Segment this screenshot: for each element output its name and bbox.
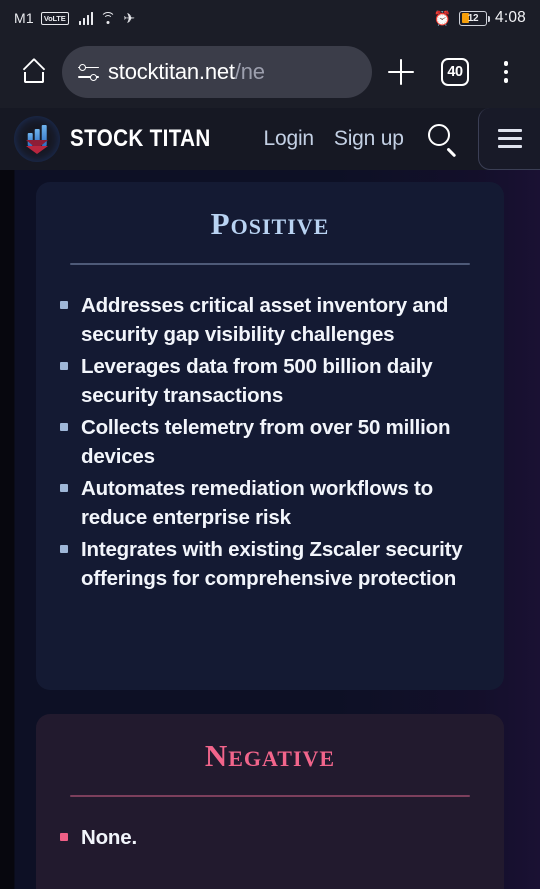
positive-card: Positive Addresses critical asset invent… bbox=[36, 182, 504, 690]
login-link[interactable]: Login bbox=[264, 127, 315, 151]
content-container: Positive Addresses critical asset invent… bbox=[0, 182, 540, 889]
clock-label: 4:08 bbox=[495, 9, 526, 26]
list-item-text: Leverages data from 500 billion daily se… bbox=[81, 354, 433, 407]
signal-bars-icon bbox=[78, 11, 94, 25]
url-path: /ne bbox=[234, 59, 265, 84]
positive-card-divider bbox=[70, 263, 470, 265]
negative-card-title: Negative bbox=[204, 738, 336, 773]
list-item-text: None. bbox=[81, 825, 137, 849]
header-nav: Login Sign up bbox=[264, 127, 404, 151]
negative-bullet-list: None. bbox=[60, 823, 480, 852]
more-vertical-icon bbox=[503, 60, 509, 66]
carrier-label: M1 bbox=[14, 10, 34, 26]
list-item-text: Integrates with existing Zscaler securit… bbox=[81, 537, 463, 590]
tab-count-badge: 40 bbox=[441, 58, 469, 86]
browser-menu-button[interactable] bbox=[484, 47, 528, 97]
list-item: Addresses critical asset inventory and s… bbox=[60, 291, 480, 349]
list-item: Integrates with existing Zscaler securit… bbox=[60, 535, 480, 593]
site-logo[interactable]: STOCK TITAN bbox=[14, 116, 234, 162]
brand-label: STOCK TITAN bbox=[70, 125, 211, 152]
negative-card-divider bbox=[70, 795, 470, 797]
positive-bullet-list: Addresses critical asset inventory and s… bbox=[60, 291, 480, 593]
url-text: stocktitan.net/ne bbox=[108, 59, 265, 85]
wifi-icon bbox=[100, 11, 116, 25]
list-item: Leverages data from 500 billion daily se… bbox=[60, 352, 480, 410]
tune-icon[interactable] bbox=[78, 63, 99, 81]
new-tab-button[interactable] bbox=[376, 47, 426, 97]
bullet-square-icon bbox=[60, 361, 68, 370]
positive-card-title: Positive bbox=[210, 206, 330, 241]
bullet-square-icon bbox=[60, 422, 68, 431]
plus-icon bbox=[388, 59, 414, 85]
tab-switcher-button[interactable]: 40 bbox=[430, 47, 480, 97]
bullet-square-icon bbox=[60, 300, 68, 309]
list-item: None. bbox=[60, 823, 480, 852]
signup-link[interactable]: Sign up bbox=[334, 127, 404, 151]
home-button[interactable] bbox=[12, 50, 56, 94]
battery-icon: 12 bbox=[459, 10, 491, 26]
site-header: STOCK TITAN Login Sign up bbox=[0, 108, 540, 170]
url-host: stocktitan.net bbox=[108, 59, 235, 84]
phone-screen: M1 VoLTE ✈ ⏰ 12 4:08 stocktitan.net/ne 4… bbox=[0, 0, 540, 889]
status-bar-right: ⏰ 12 4:08 bbox=[434, 9, 526, 27]
bullet-square-icon bbox=[60, 544, 68, 553]
address-bar[interactable]: stocktitan.net/ne bbox=[62, 46, 372, 98]
negative-card: Negative None. bbox=[36, 714, 504, 889]
page-body: Positive Addresses critical asset invent… bbox=[0, 170, 540, 889]
hamburger-menu-icon[interactable] bbox=[478, 108, 540, 170]
airplane-icon: ✈ bbox=[123, 10, 136, 26]
search-icon[interactable] bbox=[426, 122, 460, 158]
list-item: Collects telemetry from over 50 million … bbox=[60, 413, 480, 471]
android-status-bar: M1 VoLTE ✈ ⏰ 12 4:08 bbox=[0, 0, 540, 36]
battery-level-label: 12 bbox=[467, 12, 479, 24]
volte-badge: VoLTE bbox=[40, 11, 69, 25]
list-item: Automates remediation workflows to reduc… bbox=[60, 474, 480, 532]
list-item-text: Automates remediation workflows to reduc… bbox=[81, 476, 434, 529]
bullet-square-icon bbox=[60, 483, 68, 492]
stock-titan-logo-icon bbox=[14, 116, 60, 162]
alarm-icon: ⏰ bbox=[433, 10, 452, 26]
browser-toolbar: stocktitan.net/ne 40 bbox=[0, 36, 540, 108]
status-bar-left: M1 VoLTE ✈ bbox=[14, 10, 135, 26]
list-item-text: Addresses critical asset inventory and s… bbox=[81, 293, 449, 346]
bullet-square-icon bbox=[60, 832, 68, 841]
home-icon bbox=[23, 57, 46, 83]
list-item-text: Collects telemetry from over 50 million … bbox=[81, 415, 451, 468]
